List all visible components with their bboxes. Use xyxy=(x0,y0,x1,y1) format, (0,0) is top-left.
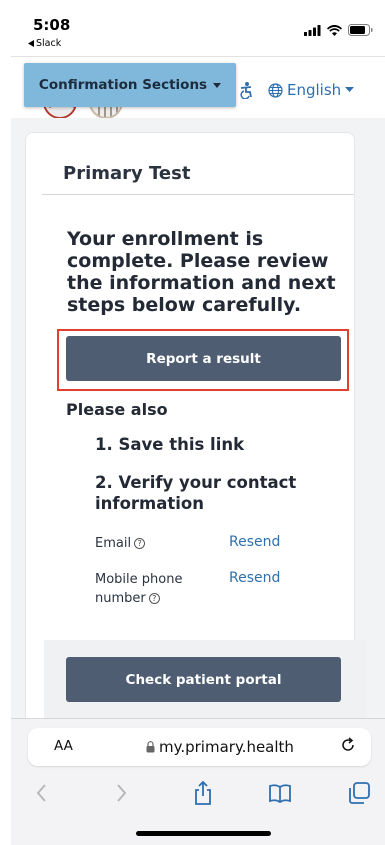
globe-icon xyxy=(268,82,283,98)
share-icon[interactable] xyxy=(190,780,216,806)
email-label-row: Email? xyxy=(95,534,146,553)
enrollment-heading: Your enrollment is complete. Please revi… xyxy=(67,228,336,316)
bookmarks-icon[interactable] xyxy=(267,780,293,806)
url-display[interactable]: my.primary.health xyxy=(146,738,294,756)
language-label: English xyxy=(287,81,342,99)
confirmation-sections-label: Confirmation Sections xyxy=(38,77,208,93)
text-size-button[interactable]: AA xyxy=(54,738,73,754)
help-icon[interactable]: ? xyxy=(134,538,146,549)
wifi-icon xyxy=(327,24,342,36)
status-bar: 5:08 Slack xyxy=(0,0,385,56)
mobile-label-row: Mobile phone number? xyxy=(95,570,205,608)
step-verify-contact: 2. Verify your contact information xyxy=(95,473,297,513)
forward-arrow-icon[interactable] xyxy=(108,780,134,806)
signal-icon xyxy=(304,24,321,36)
confirmation-sections-dropdown[interactable]: Confirmation Sections xyxy=(24,63,236,107)
resend-email-link[interactable]: Resend xyxy=(229,534,280,550)
status-time: 5:08 xyxy=(33,16,71,34)
divider xyxy=(42,194,354,195)
help-icon[interactable]: ? xyxy=(148,593,160,604)
back-to-app-link[interactable]: Slack xyxy=(28,38,61,49)
email-label: Email xyxy=(95,536,132,551)
card-title: Primary Test xyxy=(63,163,191,184)
resend-mobile-link[interactable]: Resend xyxy=(229,570,280,586)
home-indicator xyxy=(136,831,271,836)
language-selector[interactable]: English xyxy=(268,81,355,99)
status-icons xyxy=(304,24,373,36)
confirmation-card: Primary Test Your enrollment is complete… xyxy=(25,132,355,718)
accessibility-icon[interactable] xyxy=(237,81,255,99)
caret-down-icon xyxy=(213,82,222,88)
report-result-button[interactable]: Report a result xyxy=(66,336,341,381)
check-patient-portal-button[interactable]: Check patient portal xyxy=(66,657,341,702)
back-arrow-icon[interactable] xyxy=(29,780,55,806)
back-triangle-icon xyxy=(28,40,34,47)
step-save-link: 1. Save this link xyxy=(95,435,245,454)
battery-icon xyxy=(348,24,373,36)
mobile-phone-label: Mobile phone number xyxy=(95,572,183,606)
reload-icon[interactable] xyxy=(338,735,358,755)
lock-icon xyxy=(146,741,155,753)
tabs-icon[interactable] xyxy=(346,780,372,806)
please-also-label: Please also xyxy=(66,400,168,419)
back-app-label: Slack xyxy=(36,38,62,49)
url-text: my.primary.health xyxy=(159,738,294,756)
caret-down-icon xyxy=(345,87,355,92)
